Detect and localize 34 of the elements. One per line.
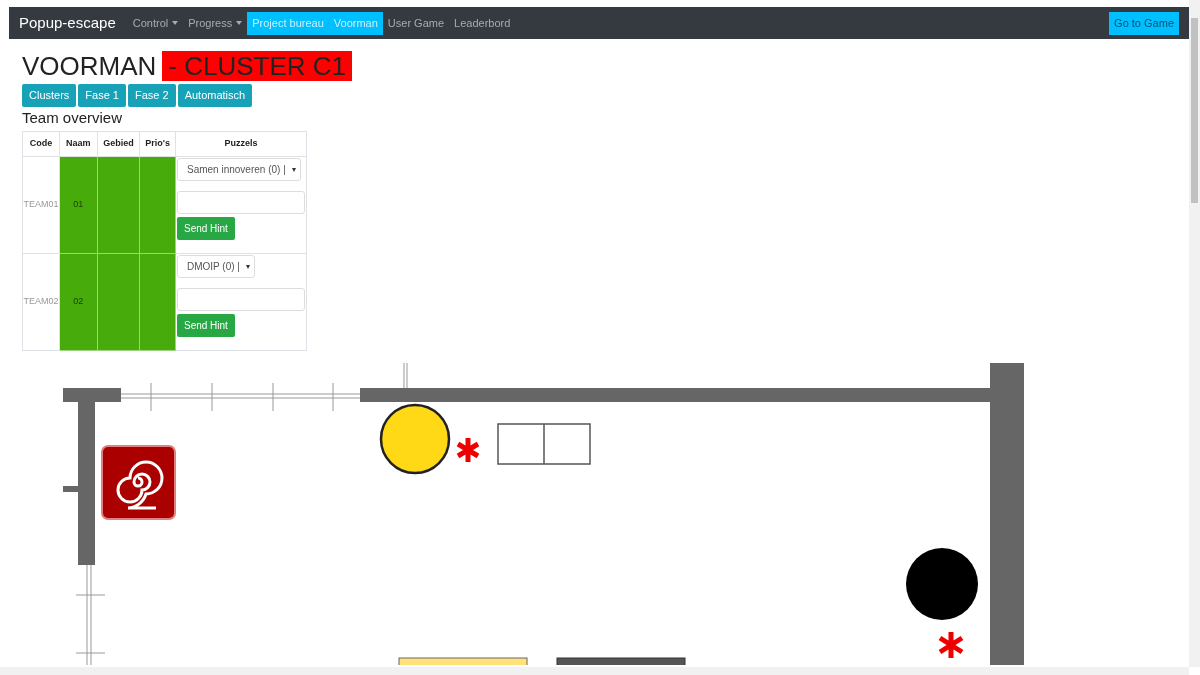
send-hint-button[interactable]: Send Hint (177, 314, 235, 337)
phase-button[interactable]: Clusters (22, 84, 77, 107)
phase-button[interactable]: Fase 2 (128, 84, 176, 107)
phase-button[interactable]: Automatisch (177, 84, 253, 107)
column-header: Naam (59, 131, 98, 157)
hint-input[interactable] (177, 191, 305, 214)
table-cell: TEAM02 (22, 253, 60, 351)
cluster-label: - CLUSTER C1 (162, 51, 353, 81)
nav-link[interactable]: Leaderbord (449, 11, 516, 35)
status-cell: 02 (59, 253, 98, 351)
nav-link[interactable]: User Game (382, 11, 450, 35)
puzzle-select[interactable]: Samen innoveren (0) | (177, 158, 301, 181)
nav-dropdown[interactable]: Progress (183, 11, 248, 35)
hint-input[interactable] (177, 288, 305, 311)
column-header: Prio's (139, 131, 176, 157)
page-title: VOORMAN (22, 51, 157, 81)
status-cell: 01 (59, 156, 98, 254)
phase-button[interactable]: Fase 1 (78, 84, 126, 107)
asterisk-icon (455, 435, 481, 465)
column-header: Code (22, 131, 60, 157)
round-marker (906, 548, 978, 620)
round-marker (379, 403, 451, 475)
send-hint-button[interactable]: Send Hint (177, 217, 235, 240)
section-title: Team overview (22, 109, 124, 127)
column-header: Gebied (97, 131, 140, 157)
go-to-game-button[interactable]: Go to Game (1109, 11, 1179, 35)
column-header: Puzzels (175, 131, 307, 157)
brand-link[interactable]: Popup-escape (19, 11, 116, 35)
asterisk-icon (937, 629, 965, 661)
nav-dropdown[interactable]: Control (127, 11, 184, 35)
fire-hose-icon (101, 445, 176, 520)
table-cell: TEAM01 (22, 156, 60, 254)
puzzle-select[interactable]: DMOIP (0) | (177, 255, 255, 278)
vertical-scrollbar[interactable] (1189, 0, 1200, 667)
